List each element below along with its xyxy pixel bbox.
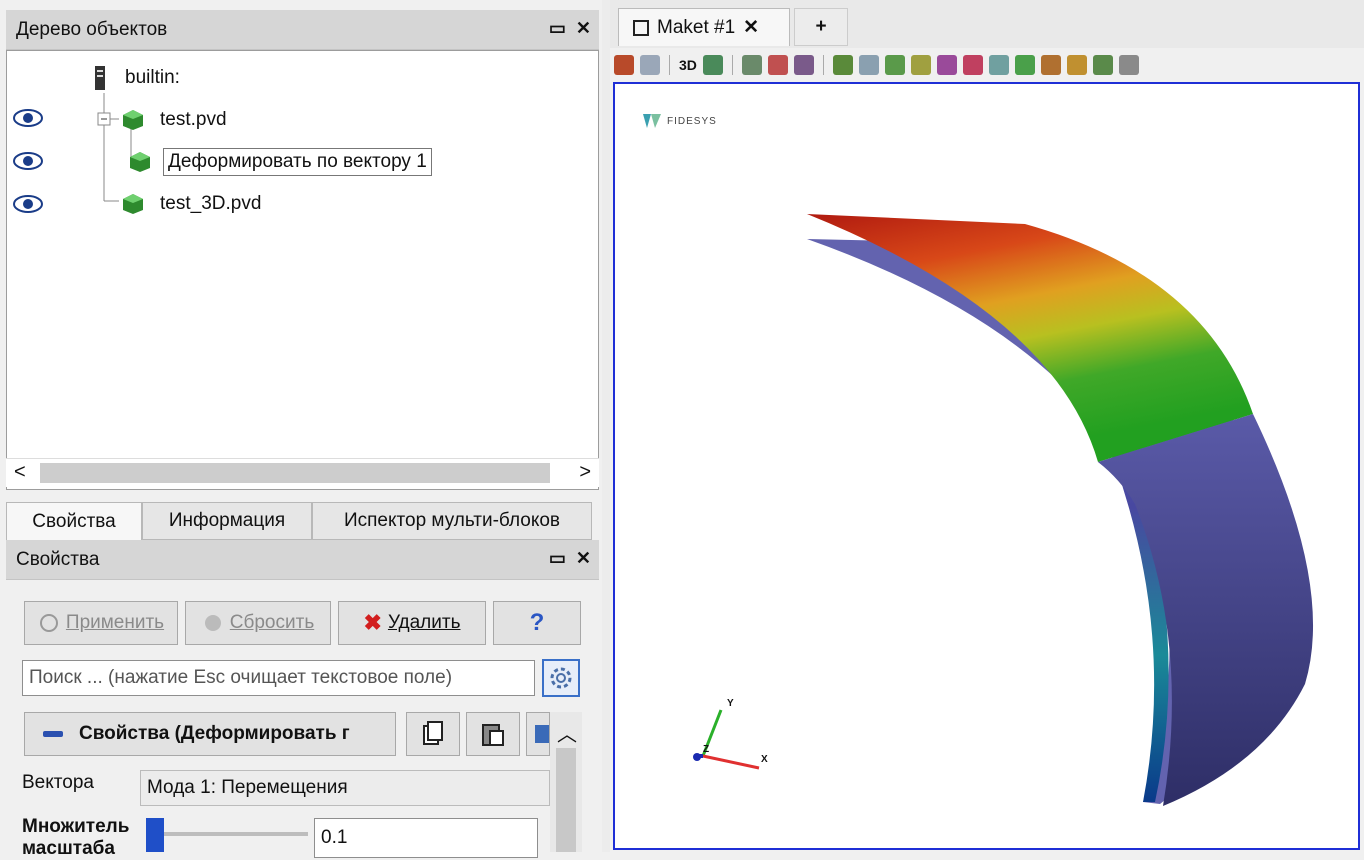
tree-item-label: test.pvd [160, 109, 227, 130]
delete-x-icon: ✖ [363, 610, 382, 635]
visibility-eye-icon[interactable] [13, 109, 43, 127]
close-dock-icon[interactable]: ✕ [576, 548, 591, 569]
scale-slider-handle[interactable] [146, 818, 164, 852]
bottom-tab-bar: Свойства Информация Испектор мульти-блок… [6, 502, 599, 540]
tree-horizontal-scrollbar[interactable]: < > [6, 458, 599, 487]
extract-selection-icon[interactable] [1014, 55, 1035, 75]
hover-points-icon[interactable] [910, 55, 931, 75]
clear-selection-icon[interactable] [988, 55, 1009, 75]
select-points-icon[interactable] [767, 55, 788, 75]
visibility-eye-icon[interactable] [13, 195, 43, 213]
float-dock-icon[interactable]: ▭ [549, 18, 566, 39]
tab-information[interactable]: Информация [142, 502, 312, 540]
delete-button[interactable]: ✖ Удалить [338, 601, 486, 645]
scrollbar-thumb[interactable] [556, 748, 576, 852]
save-default-button[interactable] [526, 712, 550, 756]
interactive-select-icon[interactable] [884, 55, 905, 75]
trash-icon[interactable] [1118, 55, 1139, 75]
zoom-to-data-icon[interactable] [640, 55, 660, 75]
close-tab-icon[interactable]: ✕ [743, 16, 759, 39]
axis-x-label: X [761, 754, 768, 765]
object-tree: builtin: test.pvd Деформировать по векто… [6, 50, 599, 490]
select-block-icon[interactable] [858, 55, 879, 75]
help-button[interactable]: ? [493, 601, 581, 645]
toolbar-separator [822, 55, 824, 75]
window-icon [633, 19, 649, 36]
scale-factor-input[interactable]: 0.1 [314, 818, 538, 858]
gear-icon [550, 667, 572, 689]
view-toolbar: 3D [614, 50, 1139, 80]
tree-item-label: builtin: [125, 67, 180, 88]
tab-maket-1[interactable]: Maket #1 ✕ [618, 8, 790, 46]
reset-icon [204, 615, 221, 631]
property-search-input[interactable]: Поиск ... (нажатие Esc очищает текстовое… [22, 660, 535, 696]
capture-icon[interactable] [702, 55, 723, 75]
scale-slider-track[interactable] [148, 832, 308, 836]
object-tree-header: Дерево объектов ▭ ✕ [6, 10, 599, 50]
grow-selection-icon[interactable] [936, 55, 957, 75]
tree-item-deform[interactable]: Деформировать по вектору 1 [129, 145, 432, 179]
render-view[interactable]: FIDESYS Y X Z [613, 82, 1360, 850]
axis-z-label: Z [703, 744, 710, 755]
orientation-axes [693, 709, 760, 770]
server-icon [95, 66, 105, 90]
axis-y-label: Y [727, 698, 734, 709]
find-data-icon[interactable] [1066, 55, 1087, 75]
float-dock-icon[interactable]: ▭ [549, 548, 566, 569]
tree-item-builtin[interactable]: builtin: [93, 61, 180, 95]
close-dock-icon[interactable]: ✕ [576, 18, 591, 39]
ruler-icon[interactable] [1092, 55, 1113, 75]
panel-splitter[interactable] [602, 0, 610, 852]
select-cells-icon[interactable] [741, 55, 762, 75]
scroll-up-icon[interactable]: ︿ [557, 718, 577, 747]
tree-item-test-pvd[interactable]: test.pvd [122, 103, 227, 137]
toolbar-separator [731, 55, 733, 75]
toolbar-separator [669, 55, 670, 75]
properties-vertical-scrollbar[interactable]: ︿ [550, 712, 582, 852]
scrollbar-thumb[interactable] [40, 463, 550, 483]
vectors-select[interactable]: Мода 1: Перемещения [140, 770, 550, 806]
collapse-icon [43, 731, 63, 737]
tab-multiblock-inspector[interactable]: Испектор мульти-блоков [312, 502, 592, 540]
properties-title: Свойства [16, 548, 100, 570]
save-icon [535, 725, 549, 743]
tree-item-label: test_3D.pvd [160, 193, 262, 214]
help-icon: ? [529, 609, 545, 636]
plot-selection-icon[interactable] [1040, 55, 1061, 75]
advanced-settings-button[interactable] [542, 659, 580, 697]
reset-button[interactable]: Сбросить [185, 601, 331, 645]
copy-properties-button[interactable] [406, 712, 460, 756]
apply-icon [39, 614, 58, 632]
dataset-cube-icon [123, 194, 143, 214]
scale-factor-label: Множитель масштаба [22, 816, 130, 859]
dataset-cube-icon [123, 110, 143, 130]
scroll-left-icon[interactable]: < [14, 461, 26, 484]
deformed-surface-band [1098, 414, 1314, 806]
properties-header: Свойства ▭ ✕ [6, 540, 599, 580]
tree-lines [97, 93, 139, 202]
copy-icon [423, 721, 443, 745]
tab-properties[interactable]: Свойства [6, 502, 142, 540]
vectors-label: Вектора [22, 772, 94, 793]
tree-item-test-3d-pvd[interactable]: test_3D.pvd [122, 187, 261, 221]
properties-section-toggle[interactable]: Свойства (Деформировать г [24, 712, 396, 756]
paste-icon [482, 724, 504, 746]
apply-button[interactable]: Применить [24, 601, 178, 645]
paste-properties-button[interactable] [466, 712, 520, 756]
select-frustum-icon[interactable] [793, 55, 814, 75]
filter-cube-icon [130, 152, 150, 172]
object-tree-title: Дерево объектов [16, 18, 168, 40]
toggle-3d-button[interactable]: 3D [679, 57, 697, 73]
select-polygon-icon[interactable] [832, 55, 853, 75]
add-tab-button[interactable]: + [794, 8, 848, 46]
visibility-eye-icon[interactable] [13, 152, 43, 170]
tree-item-label-editing[interactable]: Деформировать по вектору 1 [163, 148, 432, 176]
reset-camera-icon[interactable] [614, 55, 634, 75]
scroll-right-icon[interactable]: > [579, 461, 591, 484]
shrink-selection-icon[interactable] [962, 55, 983, 75]
